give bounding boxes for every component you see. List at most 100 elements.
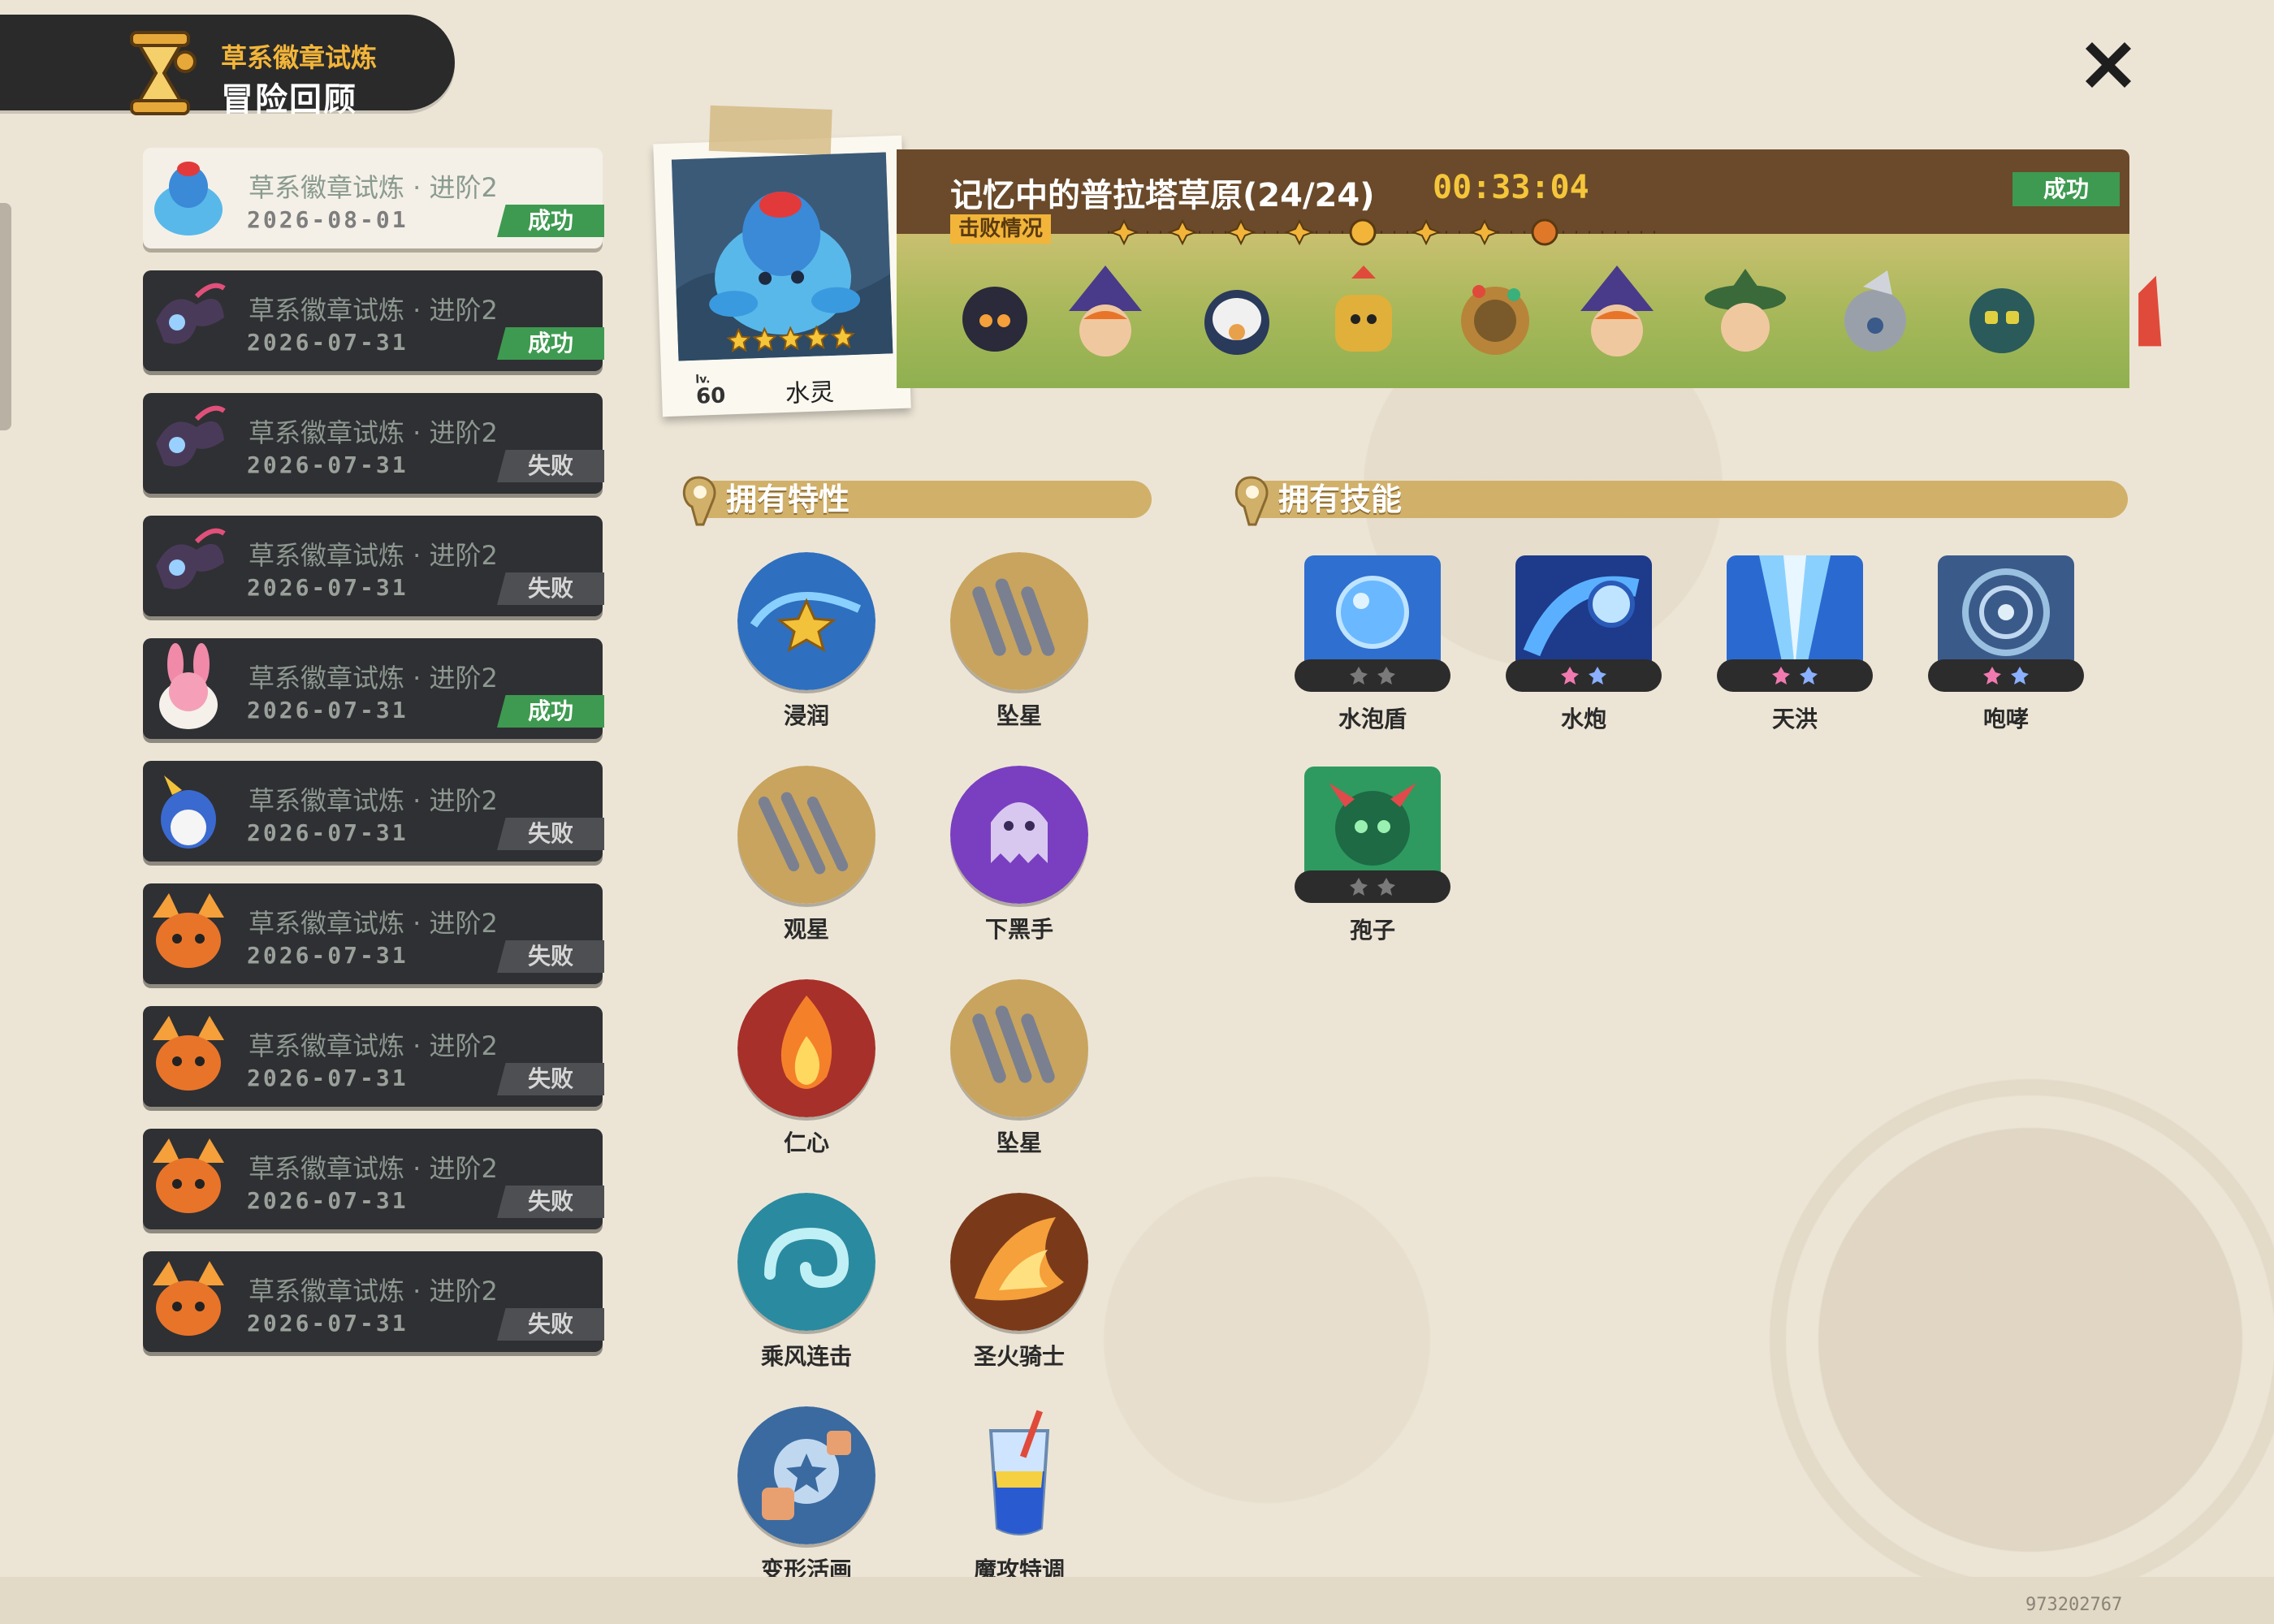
trait-item[interactable]: 坠星 xyxy=(940,552,1103,731)
trait-item[interactable]: 魔攻特调 xyxy=(940,1406,1103,1585)
water-cannon-icon xyxy=(1515,555,1652,669)
record-item[interactable]: 草系徽章试炼 · 进阶2 2026-07-31 失败 xyxy=(143,761,604,862)
battle-banner: 记忆中的普拉塔草原(24/24) 00:33:04 击败情况 成功 xyxy=(897,149,2162,393)
record-item[interactable]: 草系徽章试炼 · 进阶2 2026-07-31 失败 xyxy=(143,516,604,616)
skills-title: 拥有技能 xyxy=(1278,482,1403,517)
dark-moth-avatar-icon xyxy=(156,405,226,467)
record-result-badge: 成功 xyxy=(497,205,604,237)
trait-disc xyxy=(737,552,875,690)
falling-star-icon xyxy=(950,979,1088,1117)
skill-tile xyxy=(1727,555,1863,669)
defeat-status-label: 击败情况 xyxy=(950,214,1052,244)
shadow-bomb-icon xyxy=(962,287,1027,352)
battle-time: 00:33:04 xyxy=(1433,169,1589,206)
close-icon[interactable] xyxy=(2076,32,2141,97)
traits-header: 拥有特性 xyxy=(676,474,1155,526)
energy-gem-icon xyxy=(1350,667,1368,685)
trait-disc xyxy=(737,1406,875,1544)
energy-gem-icon xyxy=(1561,667,1579,685)
record-result-badge: 失败 xyxy=(497,1308,604,1341)
pink-rabbit-avatar-icon xyxy=(159,643,218,729)
skill-item[interactable]: 水泡盾 xyxy=(1291,555,1454,742)
record-result-badge: 失败 xyxy=(497,1063,604,1095)
trait-item[interactable]: 变形活画 xyxy=(728,1406,890,1585)
trait-disc xyxy=(950,1193,1088,1331)
record-date: 2026-07-31 xyxy=(247,574,409,601)
traits-title: 拥有特性 xyxy=(726,482,850,517)
record-item[interactable]: 草系徽章试炼 · 进阶2 2026-07-31 失败 xyxy=(143,883,604,984)
record-item[interactable]: 草系徽章试炼 · 进阶2 2026-07-31 失败 xyxy=(143,1006,604,1107)
record-item[interactable]: 草系徽章试炼 · 进阶2 2026-07-31 成功 xyxy=(143,270,604,371)
ranger-boy-icon xyxy=(1705,269,1786,352)
trait-name: 观星 xyxy=(783,916,829,943)
trait-disc xyxy=(950,552,1088,690)
record-result-badge: 失败 xyxy=(497,818,604,850)
record-item[interactable]: 草系徽章试炼 · 进阶2 2026-08-01 成功 xyxy=(143,148,604,248)
trait-name: 坠星 xyxy=(996,702,1042,729)
skill-name: 咆哮 xyxy=(1982,706,2029,732)
spore-icon xyxy=(1304,767,1441,880)
roar-icon xyxy=(1938,555,2074,669)
skill-name: 水泡盾 xyxy=(1338,706,1407,732)
trait-disc xyxy=(950,766,1088,904)
skill-tile xyxy=(1304,767,1441,880)
skill-tile xyxy=(1938,555,2074,669)
water-spirit-avatar-icon xyxy=(154,162,223,235)
water-star-icon xyxy=(737,552,875,690)
record-item[interactable]: 草系徽章试炼 · 进阶2 2026-07-31 失败 xyxy=(143,1251,604,1352)
skill-item[interactable]: 孢子 xyxy=(1291,767,1454,953)
bubble-shield-icon xyxy=(1304,555,1441,669)
record-title: 草系徽章试炼 · 进阶2 xyxy=(249,908,498,939)
steel-beast-icon xyxy=(1844,270,1906,352)
record-title: 草系徽章试炼 · 进阶2 xyxy=(249,540,498,571)
energy-gem-icon xyxy=(1377,878,1395,896)
trait-item[interactable]: 浸润 xyxy=(728,552,890,731)
record-item[interactable]: 草系徽章试炼 · 进阶2 2026-07-31 失败 xyxy=(143,1129,604,1229)
battle-location: 记忆中的普拉塔草原(24/24) xyxy=(950,177,1375,214)
record-title: 草系徽章试炼 · 进阶2 xyxy=(249,785,498,816)
trait-name: 坠星 xyxy=(996,1129,1042,1156)
skill-item[interactable]: 天洪 xyxy=(1714,555,1876,742)
record-date: 2026-07-31 xyxy=(247,819,409,846)
title-bar: 草系徽章试炼 冒险回顾 xyxy=(0,15,455,119)
skill-item[interactable]: 水炮 xyxy=(1502,555,1665,742)
trait-disc xyxy=(737,979,875,1117)
trait-item[interactable]: 仁心 xyxy=(728,979,890,1158)
record-result-badge: 失败 xyxy=(497,572,604,605)
record-item[interactable]: 草系徽章试炼 · 进阶2 2026-07-31 失败 xyxy=(143,393,604,494)
trait-name: 圣火骑士 xyxy=(973,1343,1065,1370)
potion-drink-icon xyxy=(988,1410,1050,1535)
page-title: 冒险回顾 xyxy=(221,81,357,119)
record-title: 草系徽章试炼 · 进阶2 xyxy=(249,1276,498,1307)
star-rating xyxy=(726,323,857,356)
side-scroll-tab[interactable] xyxy=(0,203,11,430)
dark-moth-avatar-icon xyxy=(156,528,226,590)
holy-fire-icon xyxy=(950,1193,1088,1331)
trait-item[interactable]: 乘风连击 xyxy=(728,1193,890,1371)
creature-card: lv. 60 水灵 xyxy=(653,105,911,417)
trait-item[interactable]: 下黑手 xyxy=(940,766,1103,944)
fire-fox-avatar-icon xyxy=(153,1261,224,1336)
record-item[interactable]: 草系徽章试炼 · 进阶2 2026-07-31 成功 xyxy=(143,638,604,739)
record-title: 草系徽章试炼 · 进阶2 xyxy=(249,172,498,203)
witch-girl-icon xyxy=(1580,266,1654,356)
falling-star-icon xyxy=(950,552,1088,690)
trait-item[interactable]: 观星 xyxy=(728,766,890,944)
trait-item[interactable]: 圣火骑士 xyxy=(940,1193,1103,1371)
skill-item[interactable]: 咆哮 xyxy=(1925,555,2087,742)
red-winged-icon xyxy=(2138,275,2162,347)
skill-tile xyxy=(1304,555,1441,669)
trait-item[interactable]: 坠星 xyxy=(940,979,1103,1158)
record-date: 2026-07-31 xyxy=(247,451,409,478)
record-date: 2026-07-31 xyxy=(247,1187,409,1214)
skills-header: 拥有技能 xyxy=(1228,474,2129,526)
star-icon xyxy=(778,326,803,352)
teal-robot-icon xyxy=(1969,288,2034,353)
user-id: 973202767 xyxy=(2025,1595,2123,1615)
defeat-progress-track xyxy=(1108,218,1660,246)
white-bird-icon xyxy=(1204,290,1269,355)
record-title: 草系徽章试炼 · 进阶2 xyxy=(249,295,498,326)
trait-disc xyxy=(950,1406,1088,1544)
sky-flood-icon xyxy=(1727,555,1863,669)
record-date: 2026-07-31 xyxy=(247,1065,409,1091)
